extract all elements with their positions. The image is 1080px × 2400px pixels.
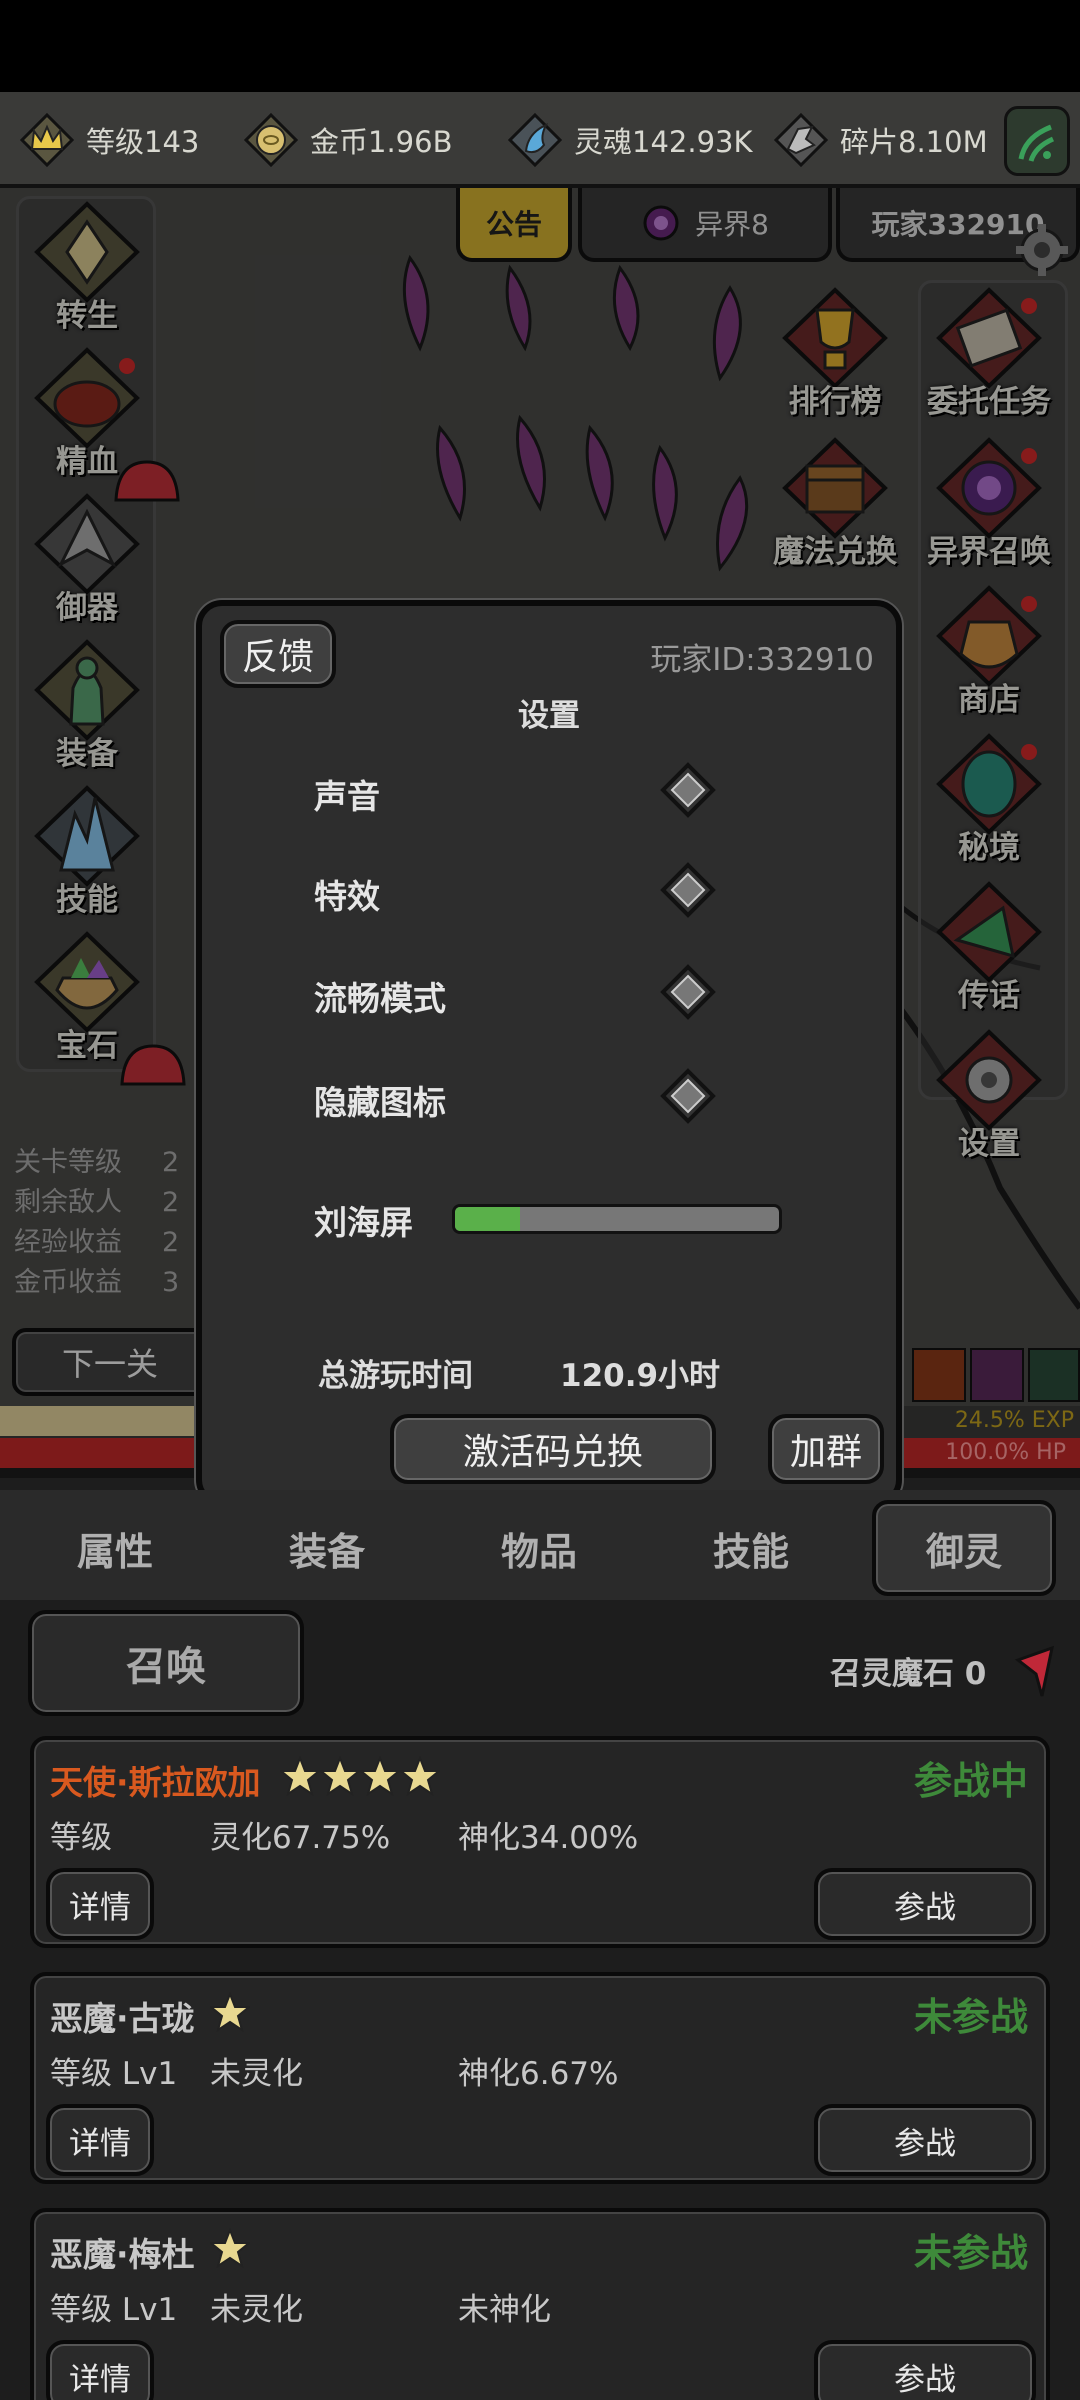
spirit-fight-label: 参战 [894,2361,956,2398]
tab-equipment-label: 装备 [288,1529,365,1574]
spirit-name: 天使·斯拉欧加 [50,1763,261,1802]
gold-coin-icon [243,112,299,168]
spirit-detail-button[interactable]: 详情 [46,1868,154,1940]
spirit-detail-button[interactable]: 详情 [46,2104,154,2176]
spirit-level: 等级 [50,1820,112,1856]
signal-button[interactable] [1004,106,1070,176]
spirit-name: 恶魔·古珑 [50,1999,195,2038]
spirit-level: 等级 Lv1 [50,2056,178,2092]
redeem-code-label: 激活码兑换 [462,1432,643,1473]
spirit-detail-label: 详情 [69,2125,131,2162]
dialog-title: 设置 [518,698,580,734]
playtime-value: 120.9小时 [560,1358,721,1394]
spirit-detail-label: 详情 [69,1889,131,1926]
gold-resource: 金币1.96B [242,100,452,180]
hide-icons-label: 隐藏图标 [314,1083,446,1122]
sound-label: 声音 [314,777,380,816]
summon-button[interactable]: 召唤 [28,1610,304,1716]
spirit-fight-button[interactable]: 参战 [814,1868,1036,1940]
summon-label: 召唤 [126,1644,206,1690]
spirit-fight-button[interactable]: 参战 [814,2104,1036,2176]
star-icon [210,2228,250,2268]
spirit-level: 等级 Lv1 [50,2292,178,2328]
spirit-fight-label: 参战 [894,2125,956,2162]
star-icon [280,1756,320,1796]
spirit-spiritualize: 灵化67.75% [210,1820,391,1856]
player-id: 玩家ID:332910 [650,642,874,678]
tab-items[interactable]: 物品 [436,1500,642,1596]
spirit-detail-label: 详情 [69,2361,131,2398]
spirit-card: 天使·斯拉欧加 参战中 等级 灵化67.75% 神化34.00% 详情 参战 [30,1736,1050,1948]
spirit-spiritualize: 未灵化 [210,2292,303,2328]
sound-toggle[interactable] [660,762,716,818]
summon-stone-icon [1014,1645,1055,1697]
tab-attributes-label: 属性 [76,1529,153,1574]
tab-spirits-label: 御灵 [925,1529,1002,1574]
summon-stone-count: 召灵魔石 0 [830,1656,987,1692]
spirit-status: 未参战 [913,2231,1028,2275]
playtime-label: 总游玩时间 [318,1358,473,1394]
spirit-deify: 神化34.00% [458,1820,639,1856]
spirit-stars [280,1756,440,1796]
settings-dialog: 反馈 玩家ID:332910 设置 声音 特效 流畅模式 隐藏图标 刘海屏 总游… [196,600,902,1506]
spirit-name: 恶魔·梅杜 [50,2235,195,2274]
notch-label: 刘海屏 [314,1203,413,1242]
effects-label: 特效 [314,877,380,916]
star-icon [360,1756,400,1796]
soul-resource: 灵魂142.93K [506,100,753,180]
smooth-mode-label: 流畅模式 [314,979,446,1018]
soul-label: 灵魂142.93K [574,125,753,159]
spirit-fight-button[interactable]: 参战 [814,2340,1036,2400]
spirit-card: 恶魔·古珑 未参战 等级 Lv1 未灵化 神化6.67% 详情 参战 [30,1972,1050,2184]
spirit-spiritualize: 未灵化 [210,2056,303,2092]
gold-label: 金币1.96B [310,125,453,159]
shard-label: 碎片8.10M [840,125,988,159]
soul-icon [507,112,563,168]
shard-icon [773,112,829,168]
spirit-card: 恶魔·梅杜 未参战 等级 Lv1 未灵化 未神化 详情 参战 [30,2208,1050,2400]
tab-equipment[interactable]: 装备 [224,1500,430,1596]
feedback-label: 反馈 [241,637,314,678]
join-group-button[interactable]: 加群 [768,1414,884,1484]
spirit-stars [210,2228,250,2268]
feedback-button[interactable]: 反馈 [220,620,336,688]
effects-toggle[interactable] [660,862,716,918]
star-icon [400,1756,440,1796]
tab-spirits[interactable]: 御灵 [872,1500,1056,1596]
spirit-status: 参战中 [913,1759,1028,1803]
status-bar [0,0,1080,92]
spirit-stars [210,1992,250,2032]
spirit-status: 未参战 [913,1995,1028,2039]
join-group-label: 加群 [789,1432,862,1473]
crown-icon [19,112,75,168]
level-label: 等级143 [86,125,200,159]
level-resource: 等级143 [18,100,199,180]
spirit-deify: 未神化 [458,2292,551,2328]
tab-skills[interactable]: 技能 [648,1500,854,1596]
smooth-mode-toggle[interactable] [660,964,716,1020]
star-icon [210,1992,250,2032]
hide-icons-toggle[interactable] [660,1068,716,1124]
spirit-fight-label: 参战 [894,1889,956,1926]
tab-attributes[interactable]: 属性 [12,1500,218,1596]
notch-slider-fill [455,1207,520,1231]
spirit-detail-button[interactable]: 详情 [46,2340,154,2400]
shard-resource: 碎片8.10M [772,100,988,180]
signal-icon [1018,124,1055,162]
notch-slider[interactable] [452,1204,782,1234]
tab-skills-label: 技能 [712,1529,789,1574]
redeem-code-button[interactable]: 激活码兑换 [390,1414,716,1484]
tab-items-label: 物品 [500,1529,577,1574]
star-icon [320,1756,360,1796]
spirit-deify: 神化6.67% [458,2056,619,2092]
